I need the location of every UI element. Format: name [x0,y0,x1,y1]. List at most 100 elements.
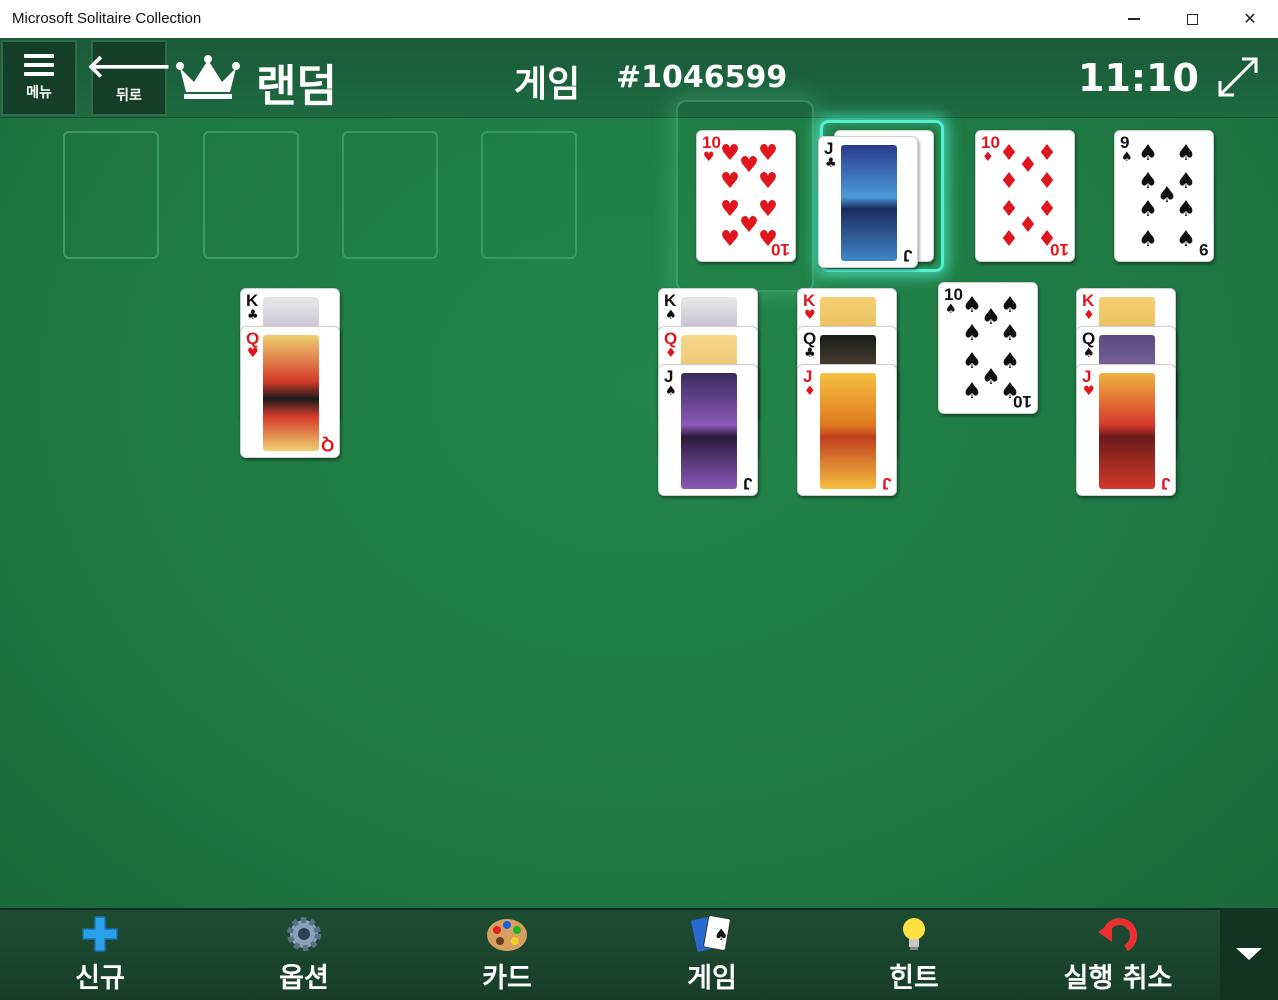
svg-text:♠: ♠ [714,925,728,944]
card-rank-bottom: 9 [1198,240,1208,259]
card-rank: J [824,139,834,158]
foundation-hearts-card[interactable]: 10 ♥ ♥ ♥ ♥ ♥ ♥ ♥ ♥ ♥ ♥ ♥ 10 [696,130,796,262]
card-rank: J [803,367,813,386]
chevron-down-icon [1236,948,1262,960]
hint-button[interactable]: 힌트 [814,908,1014,1000]
diamond-icon: ♦ [665,346,677,361]
card-rank-bottom: Q [320,436,334,455]
card-rank-bottom: 10 [1013,392,1032,411]
club-icon: ♣ [804,346,816,361]
close-icon: ✕ [1243,11,1257,28]
menu-label: 메뉴 [26,85,52,101]
card-pips: ♦ ♦ ♦ ♦ ♦ ♦ ♦ ♦ ♦ ♦ [999,141,1057,252]
card-rank-bottom: 10 [771,240,790,259]
spade-icon: ♠ [1083,346,1095,361]
new-game-label: 신규 [75,962,125,994]
fullscreen-icon[interactable] [1216,55,1260,99]
undo-label: 실행 취소 [1063,962,1173,994]
maximize-button[interactable] [1162,0,1222,38]
jack-face-icon [820,373,876,489]
card-rank-bottom: J [742,474,752,493]
game-number: #1046599 [616,60,788,95]
card-rank: 9 [1120,133,1130,152]
crown-icon [176,55,240,99]
spade-icon: ♠ [665,308,677,323]
gear-icon [282,914,326,954]
club-icon: ♣ [825,156,837,171]
heart-icon: ♥ [804,308,816,323]
tableau-card[interactable]: 10 ♠ ♠ ♠ ♠ ♠ ♠ ♠ ♠ ♠ ♠ ♠ 10 [938,282,1038,414]
card-rank-bottom: J [902,246,912,265]
card-rank: J [1082,367,1092,386]
back-button[interactable]: 🡐 뒤로 [86,40,172,116]
palette-icon [485,914,529,954]
heart-icon: ♥ [1083,384,1095,399]
plus-icon [78,914,122,954]
card-rank-bottom: J [1160,474,1170,493]
spade-icon: ♠ [945,302,957,317]
free-cell-2[interactable] [203,131,299,259]
window-title: Microsoft Solitaire Collection [12,10,202,27]
card-rank: K [246,291,259,310]
card-pips: ♠ ♠ ♠ ♠ ♠ ♠ ♠ ♠ ♠ [1138,141,1196,252]
tableau-card[interactable]: J ♠ J [658,364,758,496]
spade-icon: ♠ [665,384,677,399]
free-cell-1[interactable] [63,131,159,259]
new-game-button[interactable]: 신규 [0,908,200,1000]
card-rank: Q [1082,329,1096,348]
game-menu-button[interactable]: ♠ 게임 [612,908,812,1000]
maximize-icon [1186,13,1198,25]
foundation-spades-card[interactable]: 9 ♠ ♠ ♠ ♠ ♠ ♠ ♠ ♠ ♠ ♠ 9 [1114,130,1214,262]
jack-face-icon [1099,373,1155,489]
undo-button[interactable]: 실행 취소 [1018,908,1218,1000]
diamond-icon: ♦ [982,150,994,165]
tableau-card[interactable]: J ♥ J [1076,364,1176,496]
game-label: 게임 [514,64,581,105]
card-pips: ♠ ♠ ♠ ♠ ♠ ♠ ♠ ♠ ♠ ♠ [962,293,1020,404]
collapse-toolbar-button[interactable] [1220,908,1278,1000]
diamond-icon: ♦ [804,384,816,399]
heart-icon: ♥ [247,346,259,361]
free-cell-4[interactable] [481,131,577,259]
cards-label: 카드 [482,962,532,994]
game-menu-label: 게임 [687,962,737,994]
foundation-diamonds-card[interactable]: 10 ♦ ♦ ♦ ♦ ♦ ♦ ♦ ♦ ♦ ♦ ♦ 10 [975,130,1075,262]
card-rank: Q [664,329,678,348]
cards-button[interactable]: 카드 [407,908,607,1000]
hint-label: 힌트 [889,962,939,994]
card-rank: K [803,291,816,310]
free-cell-3[interactable] [342,131,438,259]
minimize-icon [1128,18,1140,20]
heart-icon: ♥ [703,150,715,165]
game-timer: 11:10 [1078,56,1199,100]
close-button[interactable]: ✕ [1220,0,1278,38]
minimize-button[interactable] [1104,0,1164,38]
tableau-card[interactable]: Q ♥ Q [240,326,340,458]
options-button[interactable]: 옵션 [204,908,404,1000]
jack-face-icon [681,373,737,489]
tableau-card[interactable]: J ♦ J [797,364,897,496]
card-rank: Q [803,329,817,348]
undo-arrow-icon [1096,914,1140,954]
playing-cards-icon: ♠ [690,914,734,954]
window-titlebar: Microsoft Solitaire Collection ✕ [0,0,1278,38]
back-label: 뒤로 [116,88,142,104]
menu-button[interactable]: 메뉴 [1,40,77,116]
card-rank: K [1082,291,1095,310]
card-rank-bottom: 10 [1050,240,1069,259]
card-rank: K [664,291,677,310]
options-label: 옵션 [279,962,329,994]
hamburger-icon [24,54,54,76]
card-pips: ♥ ♥ ♥ ♥ ♥ ♥ ♥ ♥ ♥ ♥ [720,141,778,252]
foundation-clubs-card[interactable]: J ♣ J [818,136,918,268]
lightbulb-icon [892,914,936,954]
queen-face-icon [263,335,319,451]
back-arrow-icon: 🡐 [86,47,172,85]
spade-icon: ♠ [1121,150,1133,165]
card-rank: J [664,367,674,386]
jack-face-icon [841,145,897,261]
diamond-icon: ♦ [1083,308,1095,323]
card-rank-bottom: J [881,474,891,493]
game-mode-label: 랜덤 [256,61,337,112]
card-rank: Q [246,329,260,348]
